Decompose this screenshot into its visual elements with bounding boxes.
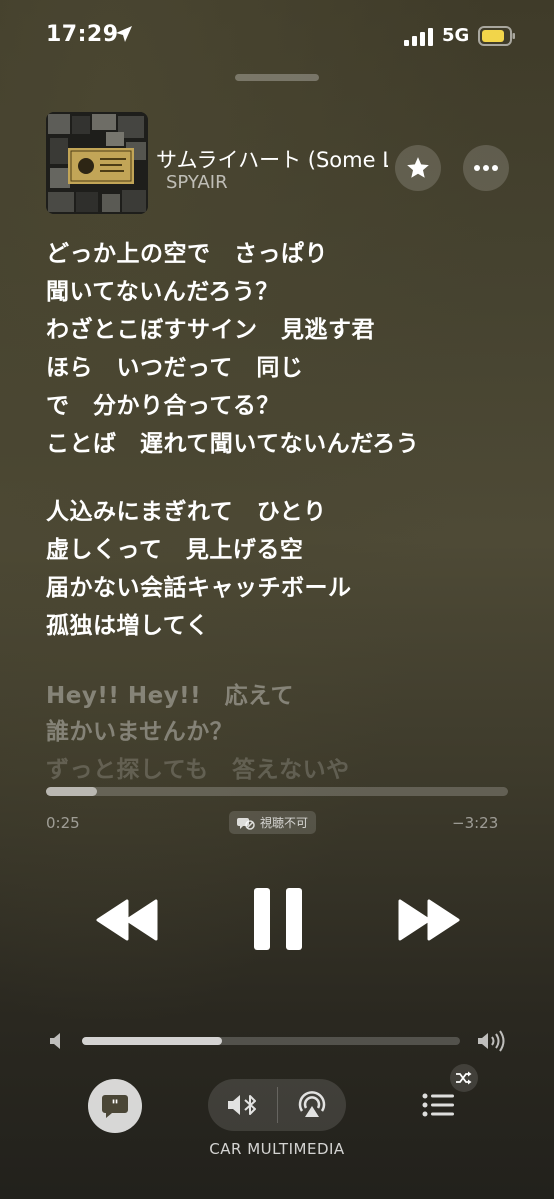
- audio-quality-badge[interactable]: 視聴不可: [229, 811, 317, 834]
- volume-slider[interactable]: [82, 1037, 460, 1045]
- speaker-bluetooth-icon: [227, 1095, 256, 1115]
- signal-icon: [404, 28, 433, 46]
- rewind-icon[interactable]: [96, 897, 158, 943]
- lyric-line[interactable]: 届かない会話キャッチボール: [46, 568, 352, 602]
- lyric-line[interactable]: 孤独は増してく: [46, 606, 209, 640]
- lyric-line[interactable]: 虚しくって 見上げる空: [46, 530, 303, 564]
- lyric-line[interactable]: 人込みにまぎれて ひとり: [46, 492, 327, 526]
- lyrics-button[interactable]: ": [88, 1079, 142, 1133]
- lyric-line[interactable]: 聞いてないんだろう？: [46, 272, 279, 306]
- more-button[interactable]: [463, 145, 509, 191]
- lyric-line[interactable]: どっか上の空で さっぱり: [46, 234, 328, 268]
- airplay-icon: [298, 1091, 326, 1117]
- song-title[interactable]: サムライハート (Some Like It Hot!!): [156, 144, 388, 174]
- lyric-line[interactable]: 誰かいませんか？: [46, 712, 233, 746]
- lyric-line[interactable]: ずっと探しても 答えないや: [46, 750, 350, 784]
- album-artwork: [46, 112, 148, 214]
- output-controls: [208, 1079, 346, 1131]
- unavailable-icon: [237, 817, 255, 830]
- volume-low-icon: [50, 1033, 60, 1049]
- volume-high-icon: [478, 1030, 505, 1052]
- artist-name[interactable]: SPYAIR: [166, 172, 228, 193]
- lyric-line[interactable]: わざとこぼすサイン 見逃す君: [46, 310, 375, 344]
- output-device-label: CAR MULTIMEDIA: [209, 1140, 345, 1158]
- battery-icon: [478, 26, 515, 46]
- status-time: 17:29: [46, 22, 119, 47]
- playback-scrubber[interactable]: [46, 787, 508, 796]
- lyric-line[interactable]: ほら いつだって 同じ: [46, 348, 303, 382]
- favorite-button[interactable]: [395, 145, 441, 191]
- shuffle-icon: [456, 1071, 472, 1085]
- sheet-grabber[interactable]: [235, 74, 319, 81]
- audio-quality-label: 視聴不可: [260, 816, 309, 830]
- shuffle-badge: [450, 1064, 478, 1092]
- lyric-line[interactable]: Hey!! Hey!! 応えて: [46, 676, 294, 710]
- lyric-line[interactable]: で 分かり合ってる？: [46, 386, 280, 420]
- bluetooth-audio-button[interactable]: [208, 1079, 277, 1131]
- remaining-time: −3:23: [452, 814, 499, 832]
- star-icon: [407, 157, 429, 178]
- svg-text:": ": [111, 1098, 118, 1114]
- fast-forward-icon[interactable]: [398, 897, 460, 943]
- network-type: 5G: [442, 25, 470, 46]
- playback-progress-fill: [46, 787, 97, 796]
- volume-level-fill: [82, 1037, 222, 1045]
- lyric-line[interactable]: ことば 遅れて聞いてないんだろう: [46, 424, 419, 458]
- list-icon[interactable]: [418, 1088, 458, 1122]
- airplay-button[interactable]: [278, 1079, 346, 1131]
- quote-bubble-icon: ": [102, 1095, 128, 1118]
- location-arrow-icon: [116, 26, 132, 42]
- ellipsis-icon: [474, 165, 498, 171]
- elapsed-time: 0:25: [46, 814, 80, 832]
- pause-icon[interactable]: [250, 886, 306, 952]
